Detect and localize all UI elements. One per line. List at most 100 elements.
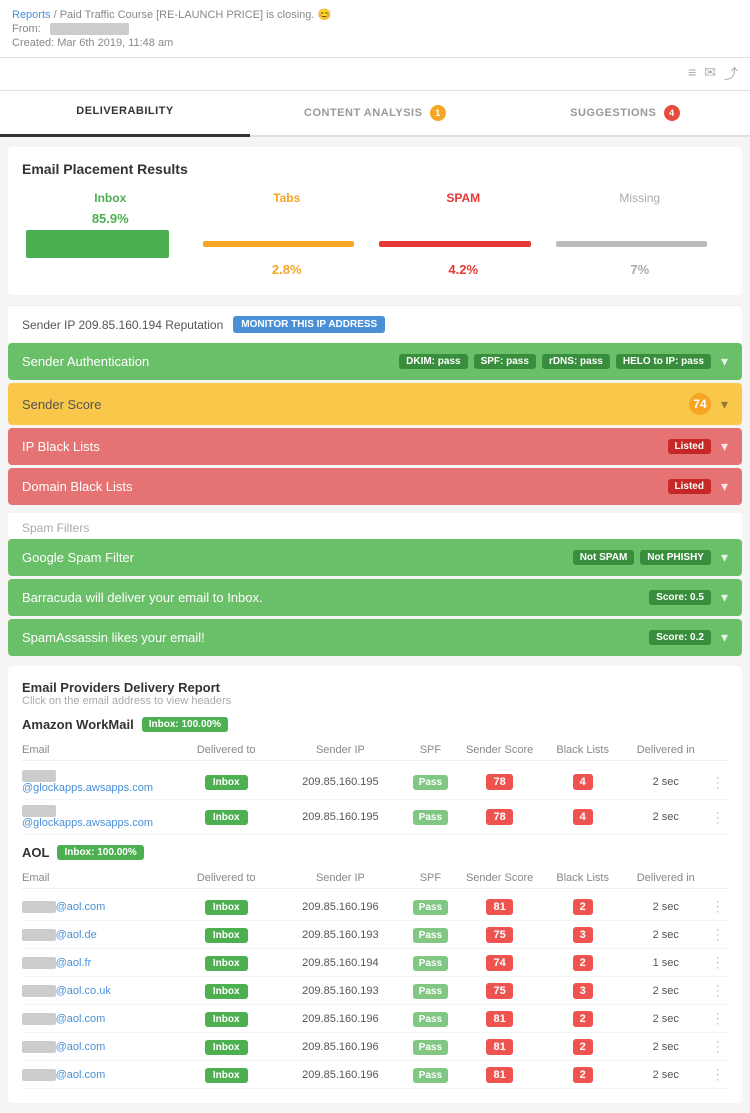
table-row[interactable]: @aol.com Inbox 209.85.160.196 Pass 81 2 … [22, 1061, 728, 1089]
ip-blacklists-row[interactable]: IP Black Lists Listed ▾ [8, 428, 742, 465]
google-spam-label: Google Spam Filter [22, 550, 134, 565]
row-delivered: Inbox [174, 901, 278, 913]
th-spf-1: SPF [403, 872, 458, 884]
domain-blacklists-chevron: ▾ [721, 478, 728, 495]
table-row[interactable]: @aol.co.uk Inbox 209.85.160.193 Pass 75 … [22, 977, 728, 1005]
barracuda-row[interactable]: Barracuda will deliver your email to Inb… [8, 579, 742, 616]
row-blacklist: 3 [541, 985, 624, 997]
spamassassin-chevron: ▾ [721, 629, 728, 646]
missing-pct-bottom: 7% [552, 262, 729, 277]
google-spam-row[interactable]: Google Spam Filter Not SPAM Not PHISHY ▾ [8, 539, 742, 576]
row-email[interactable]: @aol.com [22, 1041, 174, 1053]
th-blacklist-0: Black Lists [541, 744, 624, 756]
from-name [44, 23, 47, 35]
aol-name: AOL [22, 845, 49, 860]
row-email[interactable]: @aol.co.uk [22, 985, 174, 997]
row-menu-dots[interactable]: ⋮ [707, 926, 728, 943]
missing-header: Missing [552, 191, 729, 205]
spamassassin-score-badge: Score: 0.2 [649, 630, 711, 645]
missing-bar [556, 241, 708, 247]
row-delivered: Inbox [174, 1069, 278, 1081]
row-menu-dots[interactable]: ⋮ [707, 1066, 728, 1083]
check-rows-container: Sender Authentication DKIM: pass SPF: pa… [8, 343, 742, 505]
sender-score-row[interactable]: Sender Score 74 ▾ [8, 383, 742, 425]
sender-score-chevron: ▾ [721, 396, 728, 413]
share-icon[interactable]: ⤴ [724, 64, 738, 84]
row-email[interactable]: @aol.fr [22, 957, 174, 969]
top-icons-bar: ≡ ✉ ⤴ [0, 58, 750, 91]
aol-rows: @aol.com Inbox 209.85.160.196 Pass 81 2 … [22, 893, 728, 1089]
row-menu-dots[interactable]: ⋮ [707, 1038, 728, 1055]
th-score-1: Sender Score [458, 872, 541, 884]
row-menu-dots[interactable]: ⋮ [707, 898, 728, 915]
tab-content-analysis[interactable]: CONTENT ANALYSIS 1 [250, 91, 500, 135]
table-row[interactable]: @aol.fr Inbox 209.85.160.194 Pass 74 2 1… [22, 949, 728, 977]
th-delivered-0: Delivered to [174, 744, 278, 756]
monitor-ip-button[interactable]: MONITOR THIS IP ADDRESS [233, 316, 385, 333]
ip-reputation-section: Sender IP 209.85.160.194 Reputation MONI… [8, 305, 742, 343]
spf-badge: SPF: pass [474, 354, 536, 369]
row-ip: 209.85.160.196 [278, 1069, 403, 1081]
row-spf: Pass [403, 776, 458, 788]
tabs-header: Tabs [199, 191, 376, 205]
sender-auth-chevron: ▾ [721, 353, 728, 370]
row-score: 81 [458, 1041, 541, 1053]
tabs-pct-bottom: 2.8% [199, 262, 376, 277]
th-deliveredin-1: Delivered in [624, 872, 707, 884]
placement-title: Email Placement Results [22, 161, 728, 177]
tab-suggestions[interactable]: SUGGESTIONS 4 [500, 91, 750, 135]
row-spf: Pass [403, 1069, 458, 1081]
th-email-1: Email [22, 872, 174, 884]
domain-blacklists-label: Domain Black Lists [22, 479, 133, 494]
spam-bar [379, 241, 531, 247]
breadcrumb-parent[interactable]: Reports [12, 9, 51, 21]
email-icon[interactable]: ✉ [704, 64, 716, 84]
row-delivered-in: 2 sec [624, 1013, 707, 1025]
row-email[interactable]: @aol.de [22, 929, 174, 941]
delivery-report-title: Email Providers Delivery Report [22, 680, 728, 695]
row-ip: 209.85.160.193 [278, 985, 403, 997]
table-row[interactable]: @aol.com Inbox 209.85.160.196 Pass 81 2 … [22, 893, 728, 921]
aol-inbox-badge: Inbox: 100.00% [57, 845, 143, 860]
row-menu-dots[interactable]: ⋮ [707, 982, 728, 999]
row-email[interactable]: @aol.com [22, 1013, 174, 1025]
not-phishy-badge: Not PHISHY [640, 550, 711, 565]
menu-icon[interactable]: ≡ [688, 64, 696, 84]
table-row[interactable]: @aol.com Inbox 209.85.160.196 Pass 81 2 … [22, 1033, 728, 1061]
row-menu-dots[interactable]: ⋮ [707, 809, 728, 826]
sender-score-value: 74 [689, 393, 711, 415]
amazon-workmail-inbox-badge: Inbox: 100.00% [142, 717, 228, 732]
sender-score-label: Sender Score [22, 397, 102, 412]
row-email[interactable]: @aol.com [22, 1069, 174, 1081]
domain-blacklists-row[interactable]: Domain Black Lists Listed ▾ [8, 468, 742, 505]
table-row[interactable]: @glockapps.awsapps.com Inbox 209.85.160.… [22, 800, 728, 835]
row-menu-dots[interactable]: ⋮ [707, 954, 728, 971]
row-email[interactable]: @aol.com [22, 901, 174, 913]
tab-deliverability[interactable]: DELIVERABILITY [0, 91, 250, 137]
th-email-0: Email [22, 744, 174, 756]
row-blacklist: 4 [541, 776, 624, 788]
from-email-blurred [50, 23, 129, 35]
row-ip: 209.85.160.196 [278, 901, 403, 913]
table-row[interactable]: @glockapps.awsapps.com Inbox 209.85.160.… [22, 765, 728, 800]
amazon-rows: @glockapps.awsapps.com Inbox 209.85.160.… [22, 765, 728, 835]
sender-auth-row[interactable]: Sender Authentication DKIM: pass SPF: pa… [8, 343, 742, 380]
row-menu-dots[interactable]: ⋮ [707, 774, 728, 791]
table-row[interactable]: @aol.com Inbox 209.85.160.196 Pass 81 2 … [22, 1005, 728, 1033]
email-placement-section: Email Placement Results Inbox Tabs SPAM … [8, 147, 742, 295]
row-email[interactable]: @glockapps.awsapps.com [22, 805, 174, 829]
table-row[interactable]: @aol.de Inbox 209.85.160.193 Pass 75 3 2… [22, 921, 728, 949]
th-blacklist-1: Black Lists [541, 872, 624, 884]
row-spf: Pass [403, 957, 458, 969]
row-email[interactable]: @glockapps.awsapps.com [22, 770, 174, 794]
row-menu-dots[interactable]: ⋮ [707, 1010, 728, 1027]
row-spf: Pass [403, 985, 458, 997]
row-delivered-in: 2 sec [624, 811, 707, 823]
inbox-bar [26, 230, 169, 258]
th-delivered-1: Delivered to [174, 872, 278, 884]
row-delivered-in: 2 sec [624, 776, 707, 788]
spamassassin-row[interactable]: SpamAssassin likes your email! Score: 0.… [8, 619, 742, 656]
rdns-badge: rDNS: pass [542, 354, 610, 369]
row-delivered: Inbox [174, 985, 278, 997]
row-ip: 209.85.160.195 [278, 811, 403, 823]
